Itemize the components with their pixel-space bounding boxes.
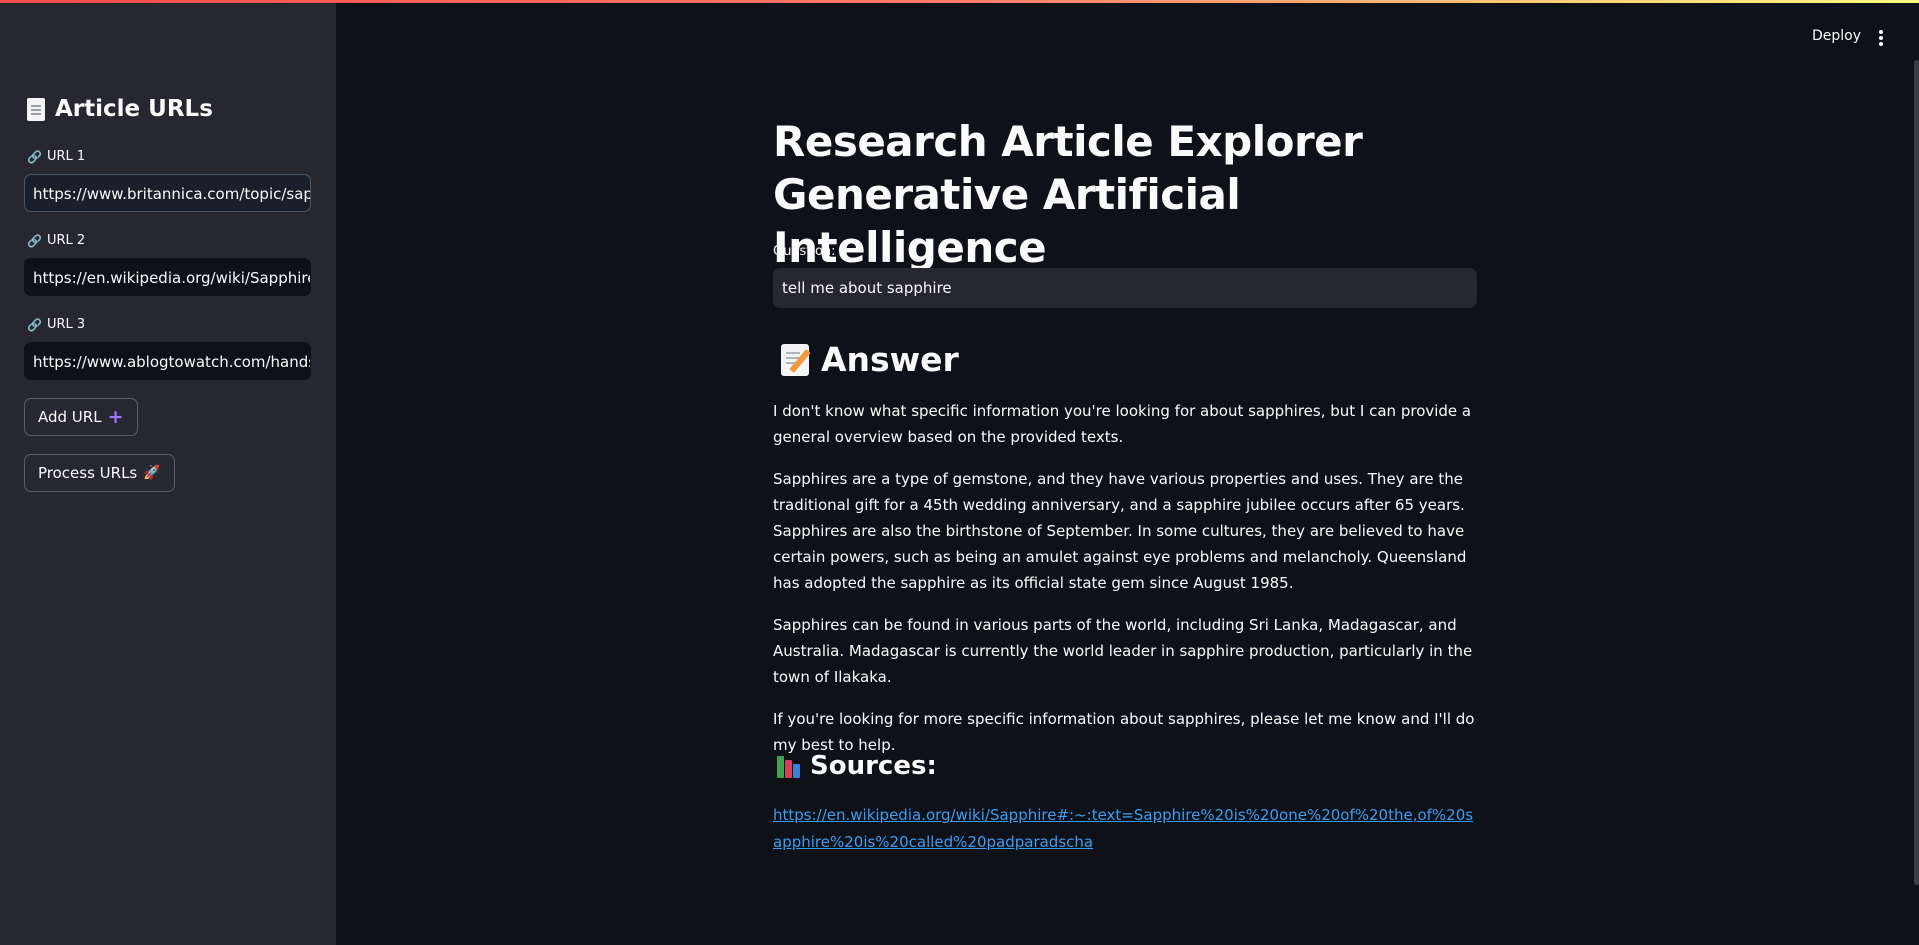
link-icon: 🔗 <box>27 149 42 164</box>
sidebar-title-text: Article URLs <box>55 96 213 122</box>
page-title-line1: Research Article Explorer <box>773 117 1363 166</box>
url-3-input[interactable]: https://www.ablogtowatch.com/hands-c <box>24 342 311 380</box>
url-1-label-text: URL 1 <box>46 149 86 164</box>
deploy-button[interactable]: Deploy <box>1812 28 1861 44</box>
question-value: tell me about sapphire <box>782 279 952 297</box>
url-3-label-text: URL 3 <box>46 317 86 332</box>
process-urls-button[interactable]: Process URLs 🚀 <box>24 454 175 492</box>
sources-heading-text: Sources: <box>810 751 937 781</box>
link-icon: 🔗 <box>27 317 42 332</box>
memo-icon <box>781 343 809 376</box>
question-label: Question: <box>773 244 836 259</box>
url-2-input[interactable]: https://en.wikipedia.org/wiki/Sapphire#: <box>24 258 311 296</box>
question-input[interactable]: tell me about sapphire <box>773 268 1477 308</box>
answer-heading: Answer <box>781 340 959 379</box>
answer-paragraph: Sapphires are a type of gemstone, and th… <box>773 470 1467 592</box>
url-2-label-text: URL 2 <box>46 233 86 248</box>
books-icon <box>777 754 800 778</box>
answer-body: I don't know what specific information y… <box>773 398 1477 774</box>
url-1-label: 🔗 URL 1 <box>27 149 85 164</box>
add-url-label: Add URL <box>38 408 102 426</box>
sidebar-title: Article URLs <box>27 96 213 122</box>
main-content: Research Article Explorer Generative Art… <box>773 115 1477 274</box>
sidebar: Article URLs 🔗 URL 1 https://www.britann… <box>0 0 336 945</box>
url-1-input[interactable]: https://www.britannica.com/topic/sappl <box>24 174 311 212</box>
source-link[interactable]: https://en.wikipedia.org/wiki/Sapphire#:… <box>773 802 1477 856</box>
page-icon <box>27 97 45 121</box>
process-urls-label: Process URLs <box>38 464 138 482</box>
sources-heading: Sources: <box>777 751 937 781</box>
add-url-button[interactable]: Add URL + <box>24 398 138 436</box>
page-title-line2: Generative Artificial Intelligence <box>773 170 1241 272</box>
url-2-value: https://en.wikipedia.org/wiki/Sapphire#: <box>33 269 311 287</box>
answer-paragraph: I don't know what specific information y… <box>773 402 1472 446</box>
url-3-value: https://www.ablogtowatch.com/hands-c <box>33 353 311 371</box>
link-icon: 🔗 <box>27 233 42 248</box>
url-2-label: 🔗 URL 2 <box>27 233 85 248</box>
url-1-value: https://www.britannica.com/topic/sappl <box>33 185 311 203</box>
main-menu-icon[interactable] <box>1879 30 1883 46</box>
top-decoration-bar <box>0 0 1919 3</box>
answer-paragraph: Sapphires can be found in various parts … <box>773 616 1473 686</box>
url-3-label: 🔗 URL 3 <box>27 317 85 332</box>
answer-heading-text: Answer <box>821 340 959 379</box>
page-title: Research Article Explorer Generative Art… <box>773 115 1477 274</box>
plus-icon: + <box>107 406 124 428</box>
scrollbar[interactable] <box>1914 60 1919 885</box>
rocket-icon: 🚀 <box>143 465 161 481</box>
